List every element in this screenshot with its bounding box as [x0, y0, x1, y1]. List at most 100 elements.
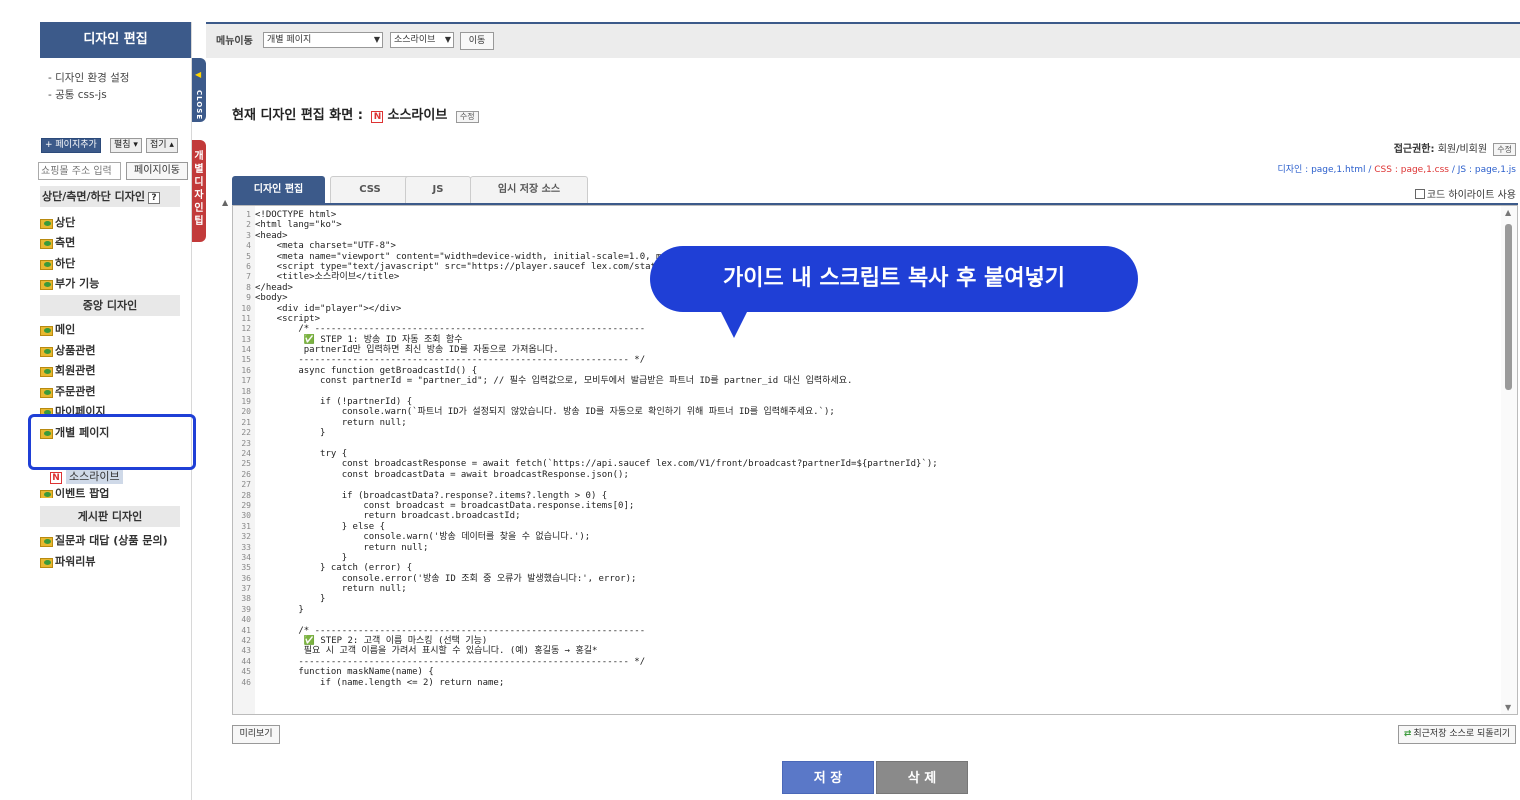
- folder-icon: [40, 237, 53, 249]
- tab-temp-saved[interactable]: 임시 저장 소스: [470, 176, 588, 204]
- code-text: async function getBroadcastId() {: [255, 365, 478, 376]
- code-line: 3 <head>: [233, 231, 1501, 241]
- close-tab-label: CLOSE: [195, 90, 203, 121]
- tab-css[interactable]: CSS: [330, 176, 410, 204]
- tree-item-event-popup[interactable]: 이벤트 팝업: [40, 488, 109, 498]
- delete-button[interactable]: 삭 제: [876, 761, 968, 794]
- tree-item-member[interactable]: 회원관련: [40, 362, 95, 380]
- code-text: const broadcastData = await broadcastRes…: [255, 469, 629, 480]
- arrow-left-icon: ◀: [195, 70, 202, 79]
- code-highlight-toggle[interactable]: 코드 하이라이트 사용: [1414, 186, 1516, 201]
- code-line: 37 return null;: [233, 584, 1501, 594]
- page-name-select-value: 소스라이브: [394, 35, 436, 45]
- go-button[interactable]: 이동: [460, 32, 494, 50]
- tree-subitem-sourcelive[interactable]: N 소스라이브: [50, 469, 123, 487]
- code-line: 16 async function getBroadcastId() {: [233, 366, 1501, 376]
- code-line: 36 console.error('방송 ID 조회 중 오류가 발생했습니다:…: [233, 574, 1501, 584]
- vertical-scrollbar[interactable]: ▲ ▼: [1501, 206, 1517, 714]
- code-line: 23: [233, 439, 1501, 449]
- access-value: 회원/비회원: [1437, 144, 1488, 155]
- code-text: console.warn('방송 데이터를 찾을 수 없습니다.');: [255, 532, 591, 543]
- checkbox[interactable]: [1414, 189, 1425, 199]
- save-button[interactable]: 저 장: [782, 761, 874, 794]
- tree-item-bottom[interactable]: 하단: [40, 255, 75, 273]
- line-number: 18: [241, 386, 251, 396]
- line-number: 46: [241, 677, 251, 687]
- tree-item-label: 하단: [55, 257, 76, 270]
- help-icon[interactable]: ?: [147, 192, 160, 204]
- code-text: <script type="text/javascript" src="http…: [255, 261, 711, 272]
- collapse-button[interactable]: 접기 ▴: [146, 138, 178, 153]
- expand-button[interactable]: 펼침 ▾: [110, 138, 142, 153]
- common-css-js-link[interactable]: - 공통 css-js: [48, 87, 191, 104]
- code-text: ✅ STEP 1: 방송 ID 자동 조회 함수: [255, 334, 463, 345]
- tree-item-main[interactable]: 메인: [40, 321, 75, 339]
- js-file-link[interactable]: JS : page,1.js: [1458, 165, 1516, 175]
- scroll-up-icon[interactable]: ▲: [1505, 208, 1511, 217]
- tree-item-product[interactable]: 상품관련: [40, 342, 95, 360]
- code-text: }: [255, 428, 326, 439]
- modify-page-button[interactable]: 수정: [455, 111, 479, 123]
- section-label: 상단/측면/하단 디자인: [42, 190, 145, 203]
- scroll-down-icon[interactable]: ▼: [1505, 703, 1511, 712]
- line-number: 43: [241, 646, 251, 656]
- tree-item-top[interactable]: 상단: [40, 214, 75, 232]
- page-type-select[interactable]: 개별 페이지 ▼: [263, 32, 383, 48]
- tree-item-extra[interactable]: 부가 기능: [40, 275, 99, 293]
- code-text: <!DOCTYPE html>: [255, 210, 337, 220]
- preview-button[interactable]: 미리보기: [232, 725, 280, 744]
- code-line: 22 }: [233, 428, 1501, 438]
- code-text: <div id="player"></div>: [255, 303, 402, 314]
- tree-item-label: 파워리뷰: [55, 555, 96, 568]
- folder-icon: [40, 556, 53, 568]
- modify-access-button[interactable]: 수정: [1493, 143, 1516, 156]
- tree-item-power-review[interactable]: 파워리뷰: [40, 553, 95, 571]
- tree-item-label: 질문과 대답 (상품 문의): [55, 534, 168, 547]
- page-n-icon: N: [50, 472, 62, 484]
- restore-recent-button[interactable]: ⇄ 최근저장 소스로 되돌리기: [1398, 725, 1516, 744]
- code-line: 34 }: [233, 553, 1501, 563]
- shop-url-input[interactable]: [38, 162, 121, 180]
- code-line: 27: [233, 480, 1501, 490]
- folder-icon: [40, 217, 53, 229]
- code-text: if (!partnerId) {: [255, 397, 413, 408]
- line-number: 31: [241, 521, 251, 531]
- folder-icon: [40, 345, 53, 357]
- code-line: 40: [233, 615, 1501, 625]
- design-env-settings-link[interactable]: - 디자인 환경 설정: [48, 70, 191, 87]
- add-page-button[interactable]: + 페이지추가: [41, 138, 101, 153]
- scrollbar-thumb[interactable]: [1505, 224, 1512, 390]
- tree-item-label: 상단: [55, 216, 76, 229]
- code-text: }: [255, 604, 304, 615]
- css-file-link[interactable]: CSS : page,1.css: [1374, 165, 1449, 175]
- code-line: 14 partnerId만 입력하면 최신 방송 ID를 자동으로 가져옵니다.: [233, 345, 1501, 355]
- design-file-link[interactable]: 디자인 : page,1.html: [1277, 165, 1365, 175]
- line-number: 19: [241, 397, 251, 407]
- code-text: <meta name="viewport" content="width=dev…: [255, 251, 711, 262]
- close-sidebar-tab[interactable]: ◀ CLOSE: [192, 58, 206, 122]
- tab-design-edit[interactable]: 디자인 편집: [232, 176, 325, 204]
- page-move-button[interactable]: 페이지이동: [126, 162, 188, 180]
- line-number: 39: [241, 604, 251, 614]
- folder-icon: [40, 324, 53, 336]
- tab-js[interactable]: JS: [405, 176, 471, 204]
- code-text: if (name.length <= 2) return name;: [255, 677, 505, 688]
- line-number: 2: [246, 220, 251, 230]
- code-text: ----------------------------------------…: [255, 656, 646, 667]
- code-line: 25 const broadcastResponse = await fetch…: [233, 459, 1501, 469]
- design-tip-tab[interactable]: 개별디자인팁: [192, 140, 206, 242]
- code-highlight-label: 코드 하이라이트 사용: [1426, 190, 1516, 201]
- tree-item-label: 회원관련: [55, 364, 96, 377]
- code-text: if (broadcastData?.response?.items?.leng…: [255, 490, 608, 501]
- line-number: 42: [241, 636, 251, 646]
- code-line: 17 const partnerId = "partner_id"; // 필수…: [233, 376, 1501, 386]
- tree-item-label: 측면: [55, 236, 76, 249]
- code-text: }: [255, 594, 326, 605]
- scroll-up-icon[interactable]: ▲: [222, 198, 228, 207]
- tree-item-side[interactable]: 측면: [40, 234, 75, 252]
- code-text: try {: [255, 448, 348, 459]
- page-name-select[interactable]: 소스라이브 ▼: [390, 32, 454, 48]
- code-line: 11 <script>: [233, 314, 1501, 324]
- tree-item-qna[interactable]: 질문과 대답 (상품 문의): [40, 532, 168, 550]
- tree-item-order[interactable]: 주문관련: [40, 383, 95, 401]
